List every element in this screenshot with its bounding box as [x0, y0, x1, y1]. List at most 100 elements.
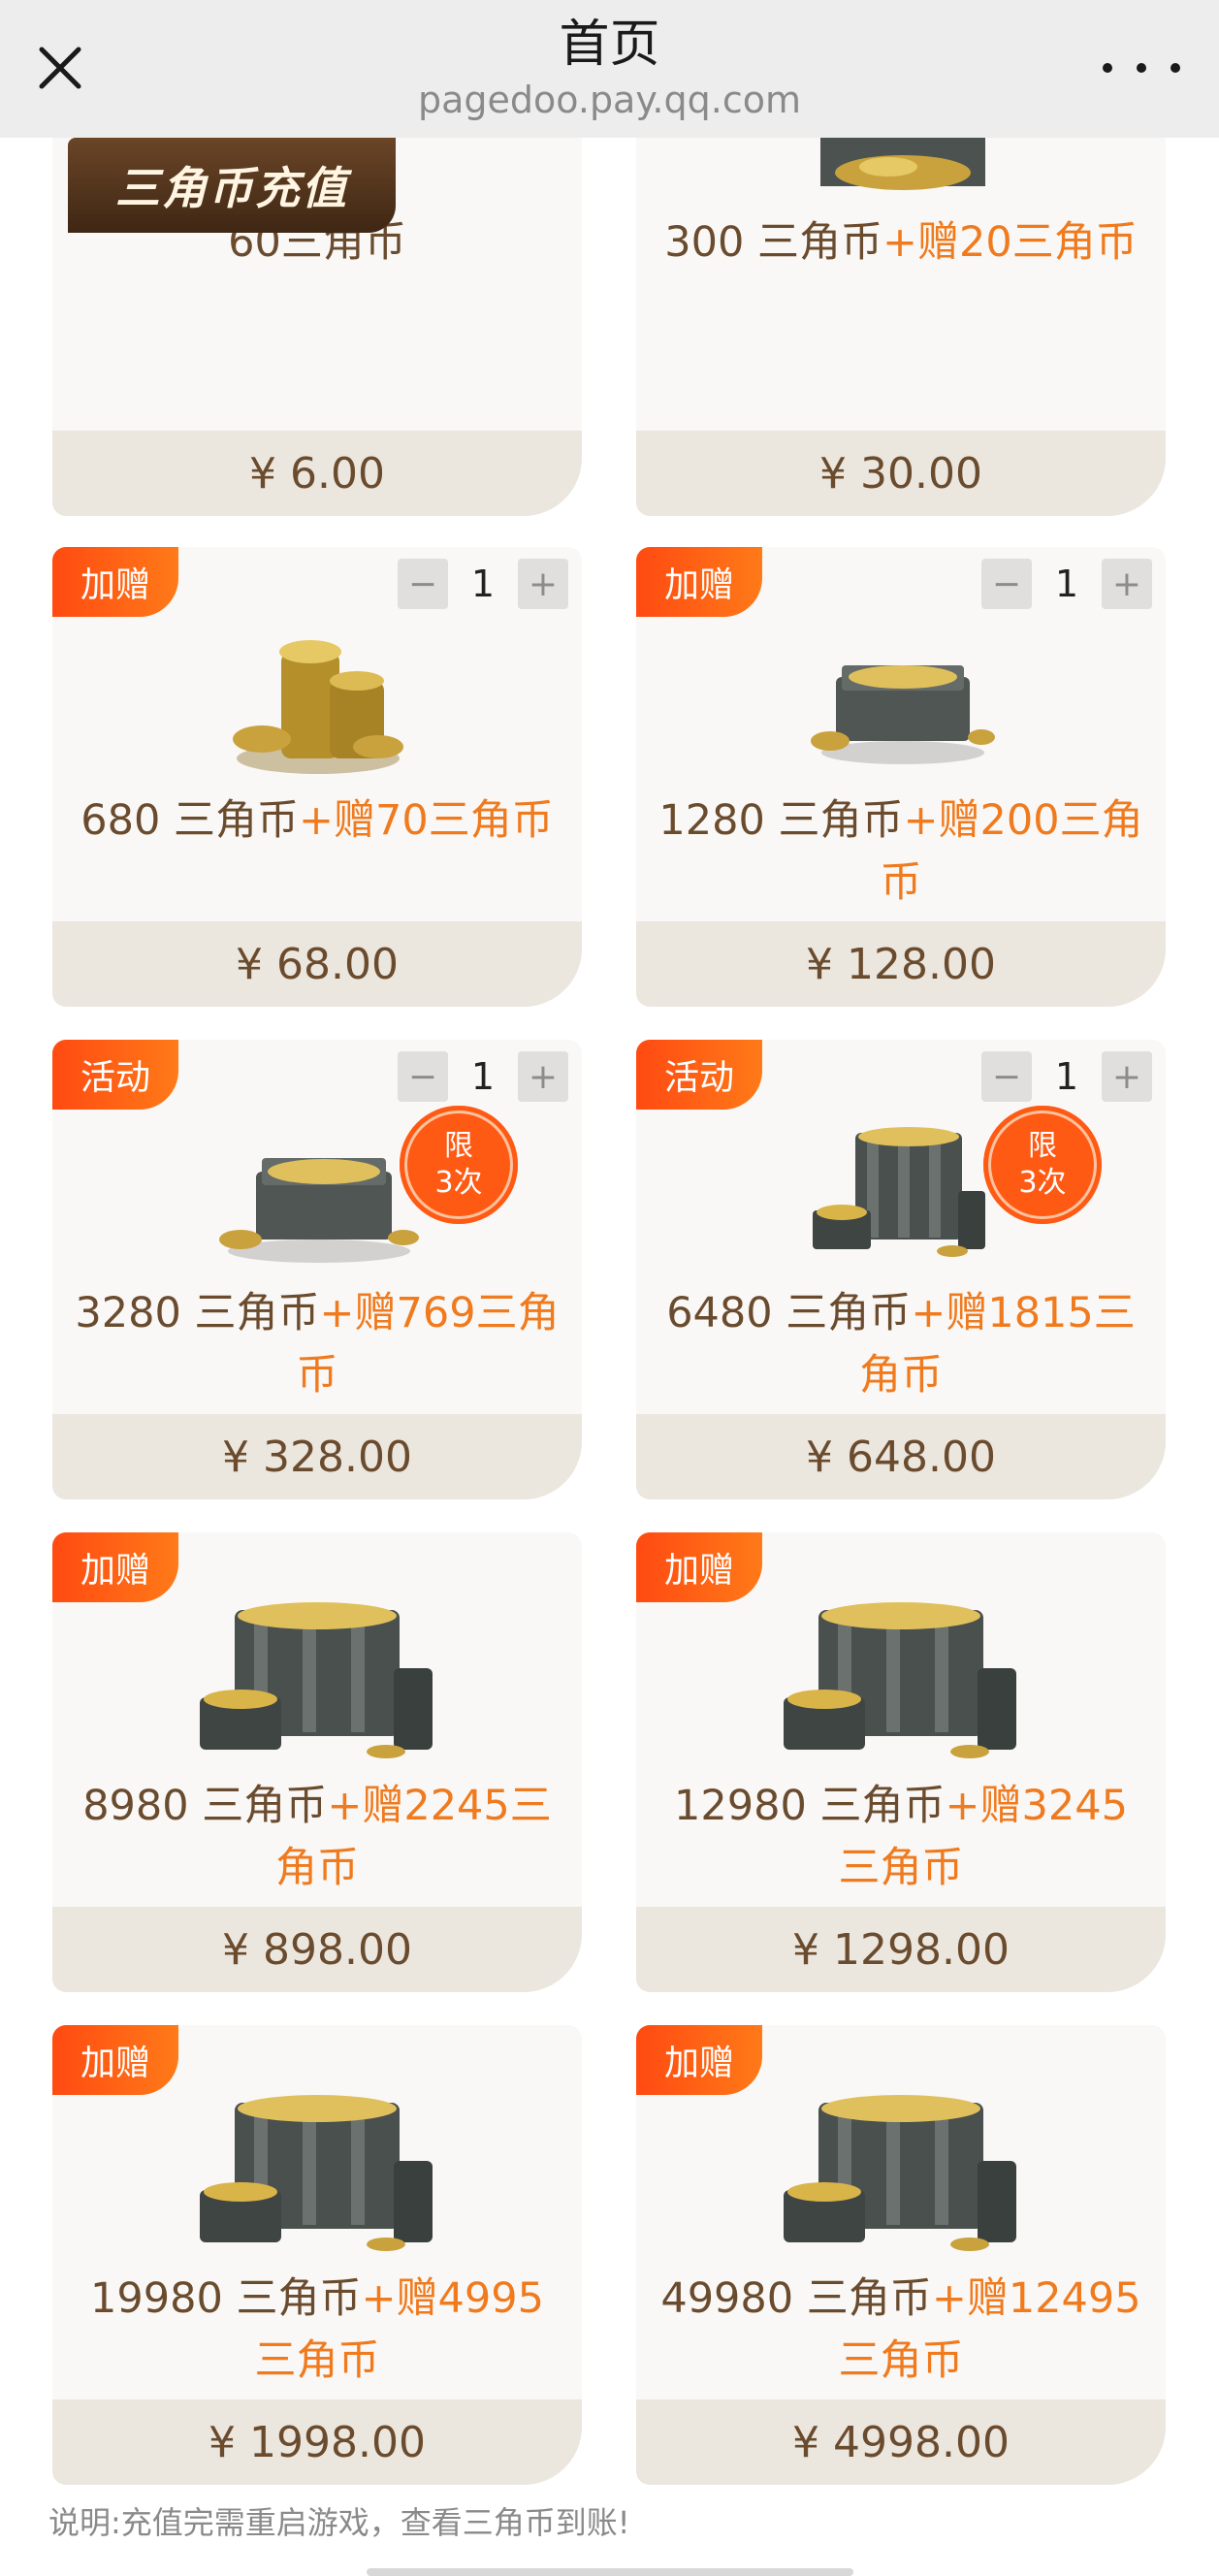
quantity-stepper[interactable]: − 1 + — [398, 559, 568, 609]
footer-note: 说明:充值完需重启游戏，查看三角币到账! — [48, 2504, 630, 2541]
coin-crate-icon — [200, 2095, 433, 2251]
bonus-badge: 加赠 — [636, 547, 762, 617]
bonus-badge: 加赠 — [52, 1532, 178, 1602]
increase-button[interactable]: + — [518, 1051, 568, 1102]
bonus-amount: +赠70三角币 — [299, 796, 554, 845]
coin-amount: 3280 三角币 — [75, 1289, 320, 1337]
package-card[interactable]: 加赠 12980 三角币+赠3245三角币 ¥ 1298.00 — [636, 1532, 1166, 1992]
package-card[interactable]: 300 三角币+赠20三角币 ¥ 30.00 — [636, 138, 1166, 516]
coin-case-icon — [219, 1158, 419, 1263]
package-card[interactable]: 加赠 49980 三角币+赠12495三角币 ¥ 4998.00 — [636, 2025, 1166, 2485]
price-label: ¥ 4998.00 — [792, 2417, 1010, 2467]
price-label: ¥ 898.00 — [222, 1924, 412, 1975]
coin-box-icon — [820, 138, 985, 190]
quantity-value: 1 — [470, 563, 496, 605]
more-dot-icon — [1137, 63, 1146, 73]
quantity-value: 1 — [1054, 563, 1079, 605]
event-badge: 活动 — [52, 1040, 178, 1110]
coin-amount: 8980 三角币 — [82, 1782, 328, 1830]
package-card[interactable]: 加赠 19980 三角币+赠4995三角币 ¥ 1998.00 — [52, 2025, 582, 2485]
purchase-limit-badge: 限 3次 — [983, 1106, 1102, 1224]
section-title: 三角币充值 — [115, 162, 348, 214]
coin-amount: 300 三角币 — [664, 218, 882, 267]
package-description: 6480 三角币+赠1815三角币 — [656, 1282, 1146, 1406]
decrease-button[interactable]: − — [398, 1051, 448, 1102]
price-bar[interactable]: ¥ 1298.00 — [636, 1907, 1166, 1992]
price-label: ¥ 6.00 — [249, 448, 385, 499]
more-dot-icon — [1103, 63, 1112, 73]
recharge-content: 三角币充值 60三角币 ¥ 6.00 300 三角币+赠20三角币 ¥ 30.0… — [0, 138, 1219, 2576]
limit-line-2: 3次 — [434, 1166, 483, 1200]
package-description: 49980 三角币+赠12495三角币 — [656, 2268, 1146, 2392]
quantity-value: 1 — [470, 1055, 496, 1098]
browser-top-bar: 首页 pagedoo.pay.qq.com — [0, 0, 1219, 138]
page-title: 首页 — [559, 16, 660, 74]
bonus-badge: 加赠 — [636, 2025, 762, 2095]
coin-amount: 12980 三角币 — [674, 1782, 946, 1830]
increase-button[interactable]: + — [1102, 559, 1152, 609]
package-card[interactable]: 活动 − 1 + 限 3次 3280 三角币+赠769三角币 ¥ 328.00 — [52, 1040, 582, 1499]
coin-case-icon — [811, 665, 995, 764]
price-label: ¥ 1298.00 — [792, 1924, 1010, 1975]
bonus-badge: 加赠 — [52, 547, 178, 617]
price-label: ¥ 648.00 — [806, 1432, 996, 1482]
price-bar[interactable]: ¥ 328.00 — [52, 1414, 582, 1499]
price-bar[interactable]: ¥ 898.00 — [52, 1907, 582, 1992]
package-card[interactable]: 加赠 8980 三角币+赠2245三角币 ¥ 898.00 — [52, 1532, 582, 1992]
decrease-button[interactable]: − — [398, 559, 448, 609]
quantity-stepper[interactable]: − 1 + — [398, 1051, 568, 1102]
package-description: 12980 三角币+赠3245三角币 — [656, 1775, 1146, 1899]
bonus-amount: +赠769三角币 — [296, 1289, 560, 1400]
section-title-banner: 三角币充值 — [68, 138, 396, 233]
price-label: ¥ 68.00 — [236, 939, 399, 989]
limit-line-1: 限 — [1028, 1129, 1057, 1163]
coin-crate-icon — [784, 1602, 1016, 1758]
package-description: 300 三角币+赠20三角币 — [656, 211, 1146, 274]
bonus-badge: 加赠 — [52, 2025, 178, 2095]
decrease-button[interactable]: − — [981, 1051, 1032, 1102]
package-description: 3280 三角币+赠769三角币 — [72, 1282, 562, 1406]
bonus-amount: +赠20三角币 — [882, 218, 1138, 267]
price-bar[interactable]: ¥ 4998.00 — [636, 2399, 1166, 2485]
package-description: 680 三角币+赠70三角币 — [72, 789, 562, 852]
coin-amount: 19980 三角币 — [90, 2274, 362, 2323]
price-bar[interactable]: ¥ 6.00 — [52, 431, 582, 516]
increase-button[interactable]: + — [1102, 1051, 1152, 1102]
decrease-button[interactable]: − — [981, 559, 1032, 609]
coin-crate-icon — [784, 2095, 1016, 2251]
coin-crate-icon — [200, 1602, 433, 1758]
quantity-stepper[interactable]: − 1 + — [981, 1051, 1152, 1102]
coin-stack-icon — [233, 640, 403, 774]
package-description: 19980 三角币+赠4995三角币 — [72, 2268, 562, 2392]
coin-amount: 6480 三角币 — [666, 1289, 912, 1337]
price-bar[interactable]: ¥ 128.00 — [636, 921, 1166, 1007]
package-description: 8980 三角币+赠2245三角币 — [72, 1775, 562, 1899]
price-label: ¥ 128.00 — [806, 939, 996, 989]
increase-button[interactable]: + — [518, 559, 568, 609]
purchase-limit-badge: 限 3次 — [400, 1106, 518, 1224]
price-bar[interactable]: ¥ 30.00 — [636, 431, 1166, 516]
bonus-badge: 加赠 — [636, 1532, 762, 1602]
package-card[interactable]: 加赠 − 1 + 680 三角币+赠70三角币 ¥ 68.00 — [52, 547, 582, 1007]
more-options-button[interactable] — [1103, 41, 1180, 95]
coin-crate-icon — [813, 1127, 985, 1257]
limit-line-2: 3次 — [1018, 1166, 1067, 1200]
limit-line-1: 限 — [444, 1129, 473, 1163]
price-label: ¥ 328.00 — [222, 1432, 412, 1482]
coin-amount: 49980 三角币 — [660, 2274, 932, 2323]
page-url: pagedoo.pay.qq.com — [418, 79, 801, 121]
event-badge: 活动 — [636, 1040, 762, 1110]
quantity-value: 1 — [1054, 1055, 1079, 1098]
quantity-stepper[interactable]: − 1 + — [981, 559, 1152, 609]
more-dot-icon — [1171, 63, 1180, 73]
coin-amount: 680 三角币 — [80, 796, 299, 845]
coin-amount: 1280 三角币 — [658, 796, 904, 845]
package-card[interactable]: 加赠 − 1 + 1280 三角币+赠200三角币 ¥ 128.00 — [636, 547, 1166, 1007]
package-card[interactable]: 活动 − 1 + 限 3次 6480 三角币+赠1815三角币 ¥ 648.00 — [636, 1040, 1166, 1499]
price-bar[interactable]: ¥ 648.00 — [636, 1414, 1166, 1499]
home-indicator[interactable] — [367, 2568, 853, 2576]
bonus-amount: +赠200三角币 — [880, 796, 1143, 907]
price-bar[interactable]: ¥ 68.00 — [52, 921, 582, 1007]
price-label: ¥ 1998.00 — [209, 2417, 426, 2467]
price-bar[interactable]: ¥ 1998.00 — [52, 2399, 582, 2485]
